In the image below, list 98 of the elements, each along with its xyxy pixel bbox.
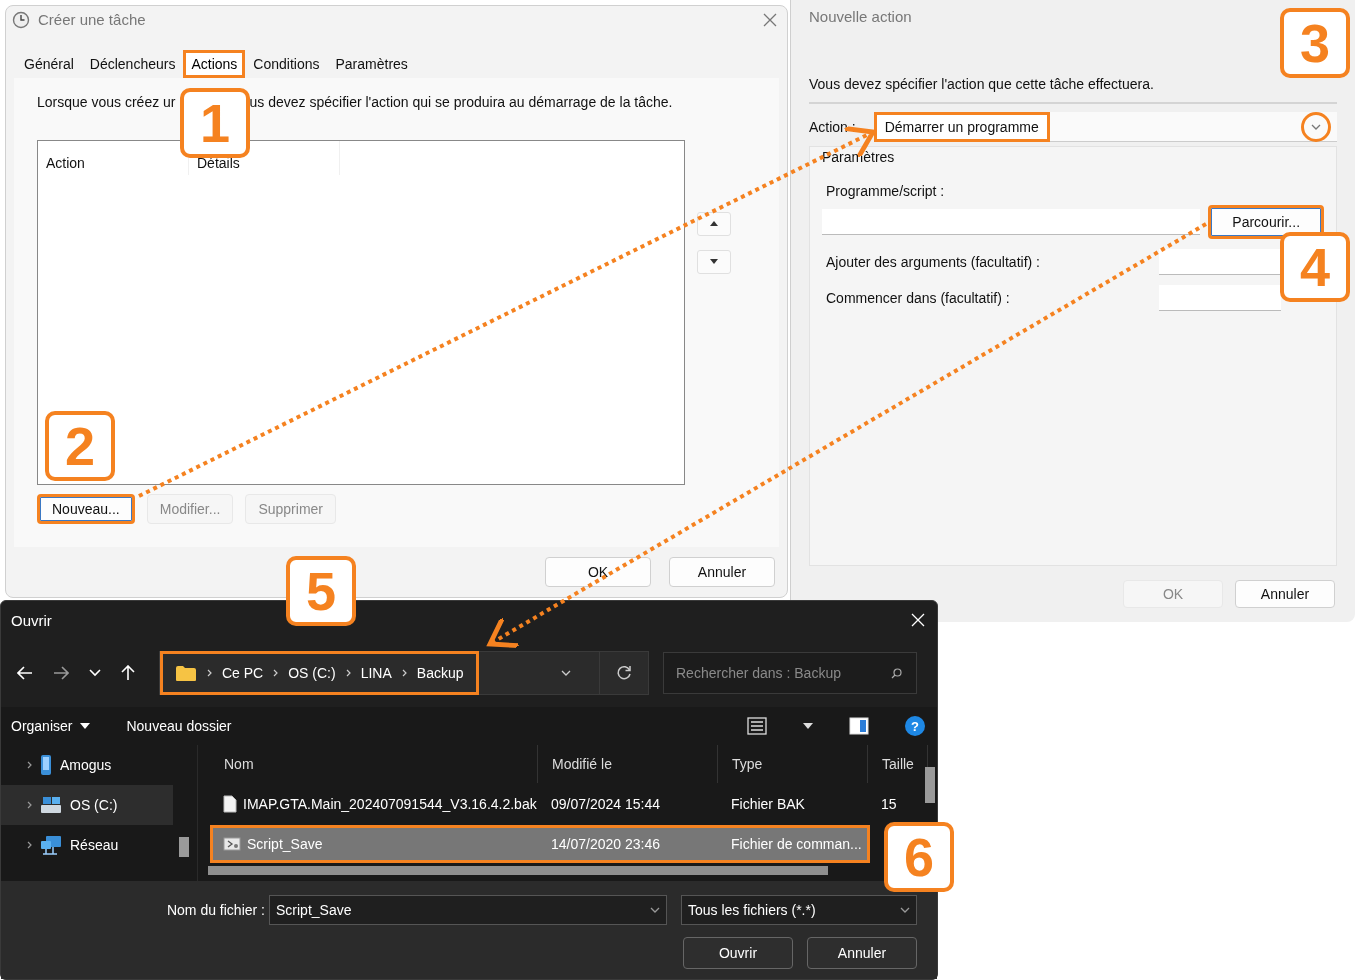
table-cell-text: 09/07/2024 15:44 xyxy=(550,796,661,812)
input-field[interactable] xyxy=(1159,285,1281,311)
window-title: Créer une tâche xyxy=(38,11,147,29)
window-title: Ouvrir xyxy=(11,611,52,629)
navigation-item[interactable]: OS (C:) xyxy=(1,785,173,825)
column-header[interactable]: Type xyxy=(718,745,868,783)
new-folder-button[interactable]: Nouveau dossier xyxy=(126,718,232,734)
table-cell-text: Fichier de comman... xyxy=(730,836,863,852)
tab[interactable]: Paramètres xyxy=(327,49,416,78)
cancel-button[interactable]: Annuler xyxy=(669,557,775,587)
navigation-item[interactable]: Réseau xyxy=(1,825,173,865)
program-field[interactable] xyxy=(822,209,1201,235)
step-number-badge: 4 xyxy=(1280,232,1350,302)
breadcrumb-item[interactable]: Backup xyxy=(416,665,464,681)
tab[interactable]: Actions xyxy=(183,49,246,78)
drive-icon xyxy=(40,796,62,814)
action-dropdown[interactable]: Démarrer un programme xyxy=(873,112,1337,142)
list-view-icon xyxy=(747,717,767,735)
chevron-right-icon xyxy=(207,669,212,677)
close-icon xyxy=(911,613,925,627)
chevron-right-icon xyxy=(345,669,351,677)
file-icon xyxy=(223,795,237,813)
clock-icon xyxy=(12,10,30,29)
instruction-text: us devez spécifier l'action qui se produira au démarrage de la tâche. xyxy=(249,93,673,112)
file-name: IMAP.GTA.Main_202407091544_V3.16.4.2.bak xyxy=(243,796,537,812)
address-bar[interactable]: Ce PC OS (C:) LINA Backup xyxy=(159,651,649,695)
help-icon[interactable]: ? xyxy=(905,716,925,736)
field-label: Nom du fichier : xyxy=(166,902,265,918)
input-field[interactable] xyxy=(1159,249,1281,275)
file-type-dropdown[interactable]: Tous les fichiers (*.*) xyxy=(681,895,917,925)
action-button[interactable]: Nouveau... xyxy=(37,493,135,524)
chevron-right-icon xyxy=(27,761,32,769)
triangle-down-icon xyxy=(710,259,718,265)
caret-icon xyxy=(80,723,91,729)
file-row[interactable]: Script_Save 14/07/2020 23:46 Fichier de comman... xyxy=(210,825,870,863)
field-label: Ajouter des arguments (facultatif) : xyxy=(826,254,1040,270)
field-label: Action : xyxy=(809,119,856,135)
chevron-down-icon xyxy=(650,907,660,913)
triangle-up-icon xyxy=(710,221,718,227)
step-number-badge: 5 xyxy=(286,556,356,626)
column-header[interactable]: Nom xyxy=(210,745,538,783)
table-cell-text: 15 xyxy=(880,796,898,812)
group-label: Paramètres xyxy=(822,149,895,165)
close-icon xyxy=(763,12,777,27)
step-number-badge: 3 xyxy=(1280,8,1350,78)
field-label: Programme/script : xyxy=(825,183,946,199)
back-arrow-icon xyxy=(17,666,33,680)
preview-pane-icon xyxy=(849,717,869,735)
filename-field[interactable]: Script_Save xyxy=(269,895,667,925)
up-arrow-icon xyxy=(121,665,135,681)
search-field[interactable]: Rechercher dans : Backup xyxy=(663,652,917,694)
column-header[interactable]: Modifié le xyxy=(538,745,718,783)
chevron-down-icon xyxy=(900,907,910,913)
caret-icon xyxy=(803,723,813,729)
refresh-icon xyxy=(616,665,632,681)
file-row[interactable]: IMAP.GTA.Main_202407091544_V3.16.4.2.bak 09/07/2024 15:44 Fichier BAK 15 xyxy=(210,785,937,823)
folder-icon xyxy=(175,664,197,682)
phone-icon xyxy=(40,754,52,776)
chevron-right-icon xyxy=(27,841,32,849)
chevron-right-icon xyxy=(401,669,407,677)
tab[interactable]: Conditions xyxy=(245,49,328,78)
table-cell-text: 14/07/2020 23:46 xyxy=(550,836,661,852)
move-down-button[interactable] xyxy=(697,249,731,274)
search-icon xyxy=(891,667,902,679)
open-button[interactable]: Ouvrir xyxy=(683,937,793,969)
chevron-down-icon xyxy=(561,670,571,676)
ok-button[interactable]: OK xyxy=(545,557,651,587)
chevron-down-icon xyxy=(89,669,101,677)
scrollbar-thumb[interactable] xyxy=(179,837,189,857)
move-up-button[interactable] xyxy=(697,211,731,236)
browse-button[interactable]: Parcourir... xyxy=(1208,205,1324,239)
dropdown-value: Démarrer un programme xyxy=(873,111,1050,142)
breadcrumb-item[interactable]: LINA xyxy=(360,665,392,681)
instruction-text: Lorsque vous créez ur xyxy=(37,93,176,112)
chevron-down-icon xyxy=(1311,123,1321,130)
window-title: Nouvelle action xyxy=(809,8,913,27)
breadcrumb-item[interactable]: OS (C:) xyxy=(288,665,336,681)
cancel-button[interactable]: Annuler xyxy=(1235,580,1335,608)
scrollbar-thumb[interactable] xyxy=(208,866,828,875)
forward-arrow-icon xyxy=(53,666,69,680)
chevron-right-icon xyxy=(273,669,279,677)
chevron-right-icon xyxy=(27,801,32,809)
tab[interactable]: Déclencheurs xyxy=(81,49,184,78)
breadcrumb-item[interactable]: Ce PC xyxy=(222,665,264,681)
tab[interactable]: Général xyxy=(16,49,82,78)
cancel-button[interactable]: Annuler xyxy=(807,937,917,969)
organize-button[interactable]: Organiser xyxy=(11,718,91,734)
table-cell-text: Fichier BAK xyxy=(730,796,806,812)
network-icon xyxy=(40,835,62,855)
step-number-badge: 6 xyxy=(884,822,954,892)
scrollbar-thumb[interactable] xyxy=(925,767,935,803)
field-label: Commencer dans (facultatif) : xyxy=(826,290,1010,306)
step-number-badge: 1 xyxy=(180,88,250,158)
file-name: Script_Save xyxy=(247,836,323,852)
script-file-icon xyxy=(223,837,241,851)
step-number-badge: 2 xyxy=(45,411,115,481)
dropdown-toggle[interactable] xyxy=(1301,111,1331,142)
navigation-item[interactable]: Amogus xyxy=(1,745,173,785)
